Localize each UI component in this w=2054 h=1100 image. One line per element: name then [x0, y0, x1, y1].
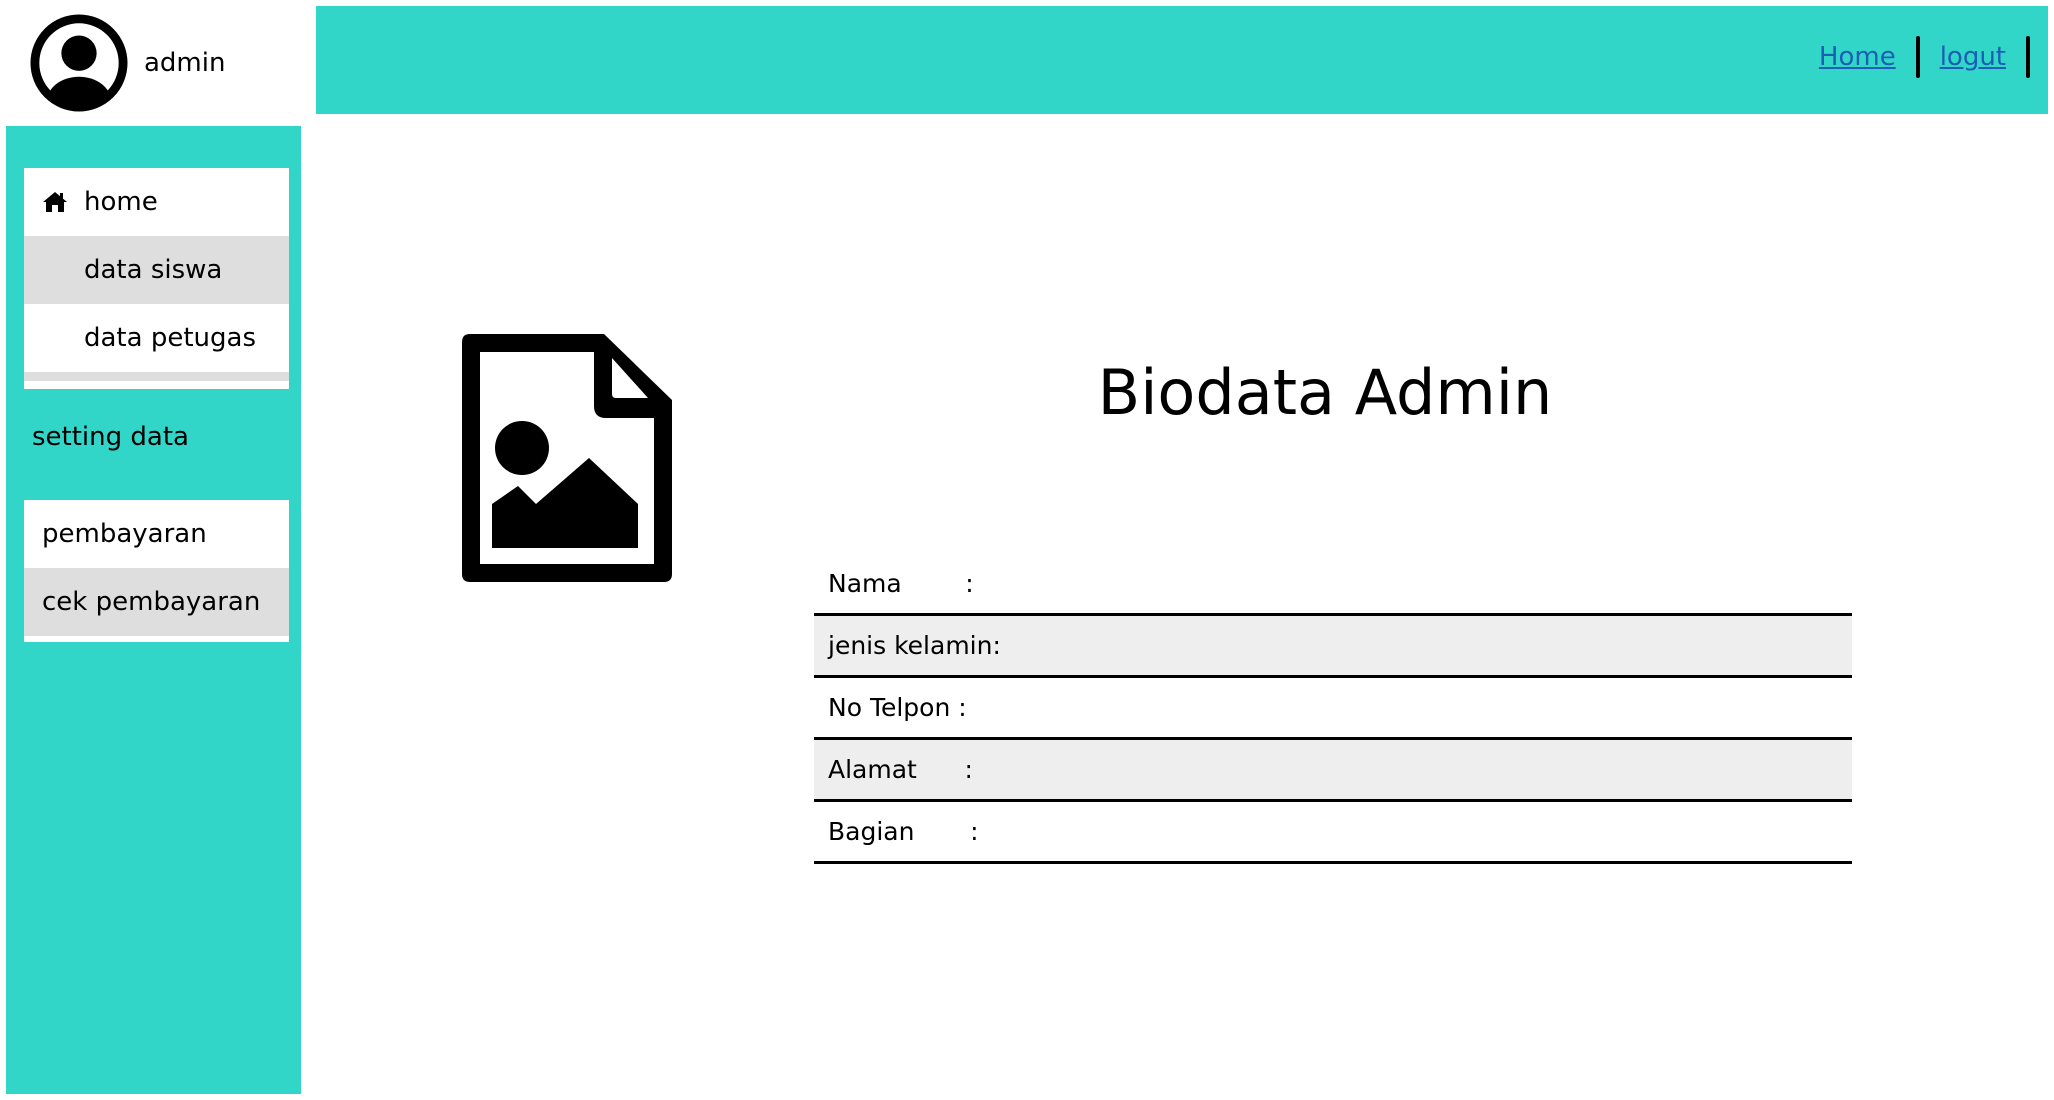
field-label: jenis kelamin:	[828, 631, 1001, 660]
top-nav: Home logut	[1799, 36, 2030, 78]
user-name: admin	[144, 48, 226, 78]
field-label: No Telpon :	[828, 693, 967, 722]
sidebar-item-label: data petugas	[84, 323, 256, 353]
field-label: Nama :	[828, 569, 974, 598]
sidebar-item-label: data siswa	[84, 255, 223, 285]
user-avatar-icon	[30, 14, 128, 112]
sidebar-item-pembayaran[interactable]: pembayaran	[24, 500, 289, 568]
field-bagian: Bagian :	[814, 802, 1852, 864]
field-label: Bagian :	[828, 817, 979, 846]
sidebar-item-data-petugas[interactable]: data petugas	[24, 304, 289, 372]
nav-divider	[2026, 36, 2030, 78]
sidebar-item-home[interactable]: home	[24, 168, 289, 236]
home-link[interactable]: Home	[1799, 42, 1916, 72]
menu-divider	[24, 372, 289, 381]
sidebar: home data siswa data petugas setting dat…	[6, 126, 301, 1094]
page: admin Home logut home data siswa data pe…	[0, 0, 2054, 1100]
logout-link[interactable]: logut	[1920, 42, 2026, 72]
sidebar-menu-payment: pembayaran cek pembayaran	[24, 500, 289, 642]
home-icon	[42, 191, 84, 213]
biodata-table: Nama : jenis kelamin: No Telpon : Alamat…	[814, 554, 1852, 864]
sidebar-item-data-siswa[interactable]: data siswa	[24, 236, 289, 304]
user-block: admin	[30, 14, 225, 112]
page-title: Biodata Admin	[1097, 356, 1553, 429]
sidebar-item-label: cek pembayaran	[42, 587, 261, 617]
field-alamat: Alamat :	[814, 740, 1852, 802]
image-file-icon	[462, 334, 672, 582]
field-label: Alamat :	[828, 755, 973, 784]
sidebar-item-label: home	[84, 187, 158, 217]
sidebar-menu-main: home data siswa data petugas	[24, 168, 289, 389]
field-no-telpon: No Telpon :	[814, 678, 1852, 740]
field-nama: Nama :	[814, 554, 1852, 616]
sidebar-item-label: pembayaran	[42, 519, 207, 549]
top-bar: Home logut	[316, 6, 2048, 114]
section-label-setting-data: setting data	[32, 422, 189, 452]
sidebar-item-cek-pembayaran[interactable]: cek pembayaran	[24, 568, 289, 636]
field-jenis-kelamin: jenis kelamin:	[814, 616, 1852, 678]
